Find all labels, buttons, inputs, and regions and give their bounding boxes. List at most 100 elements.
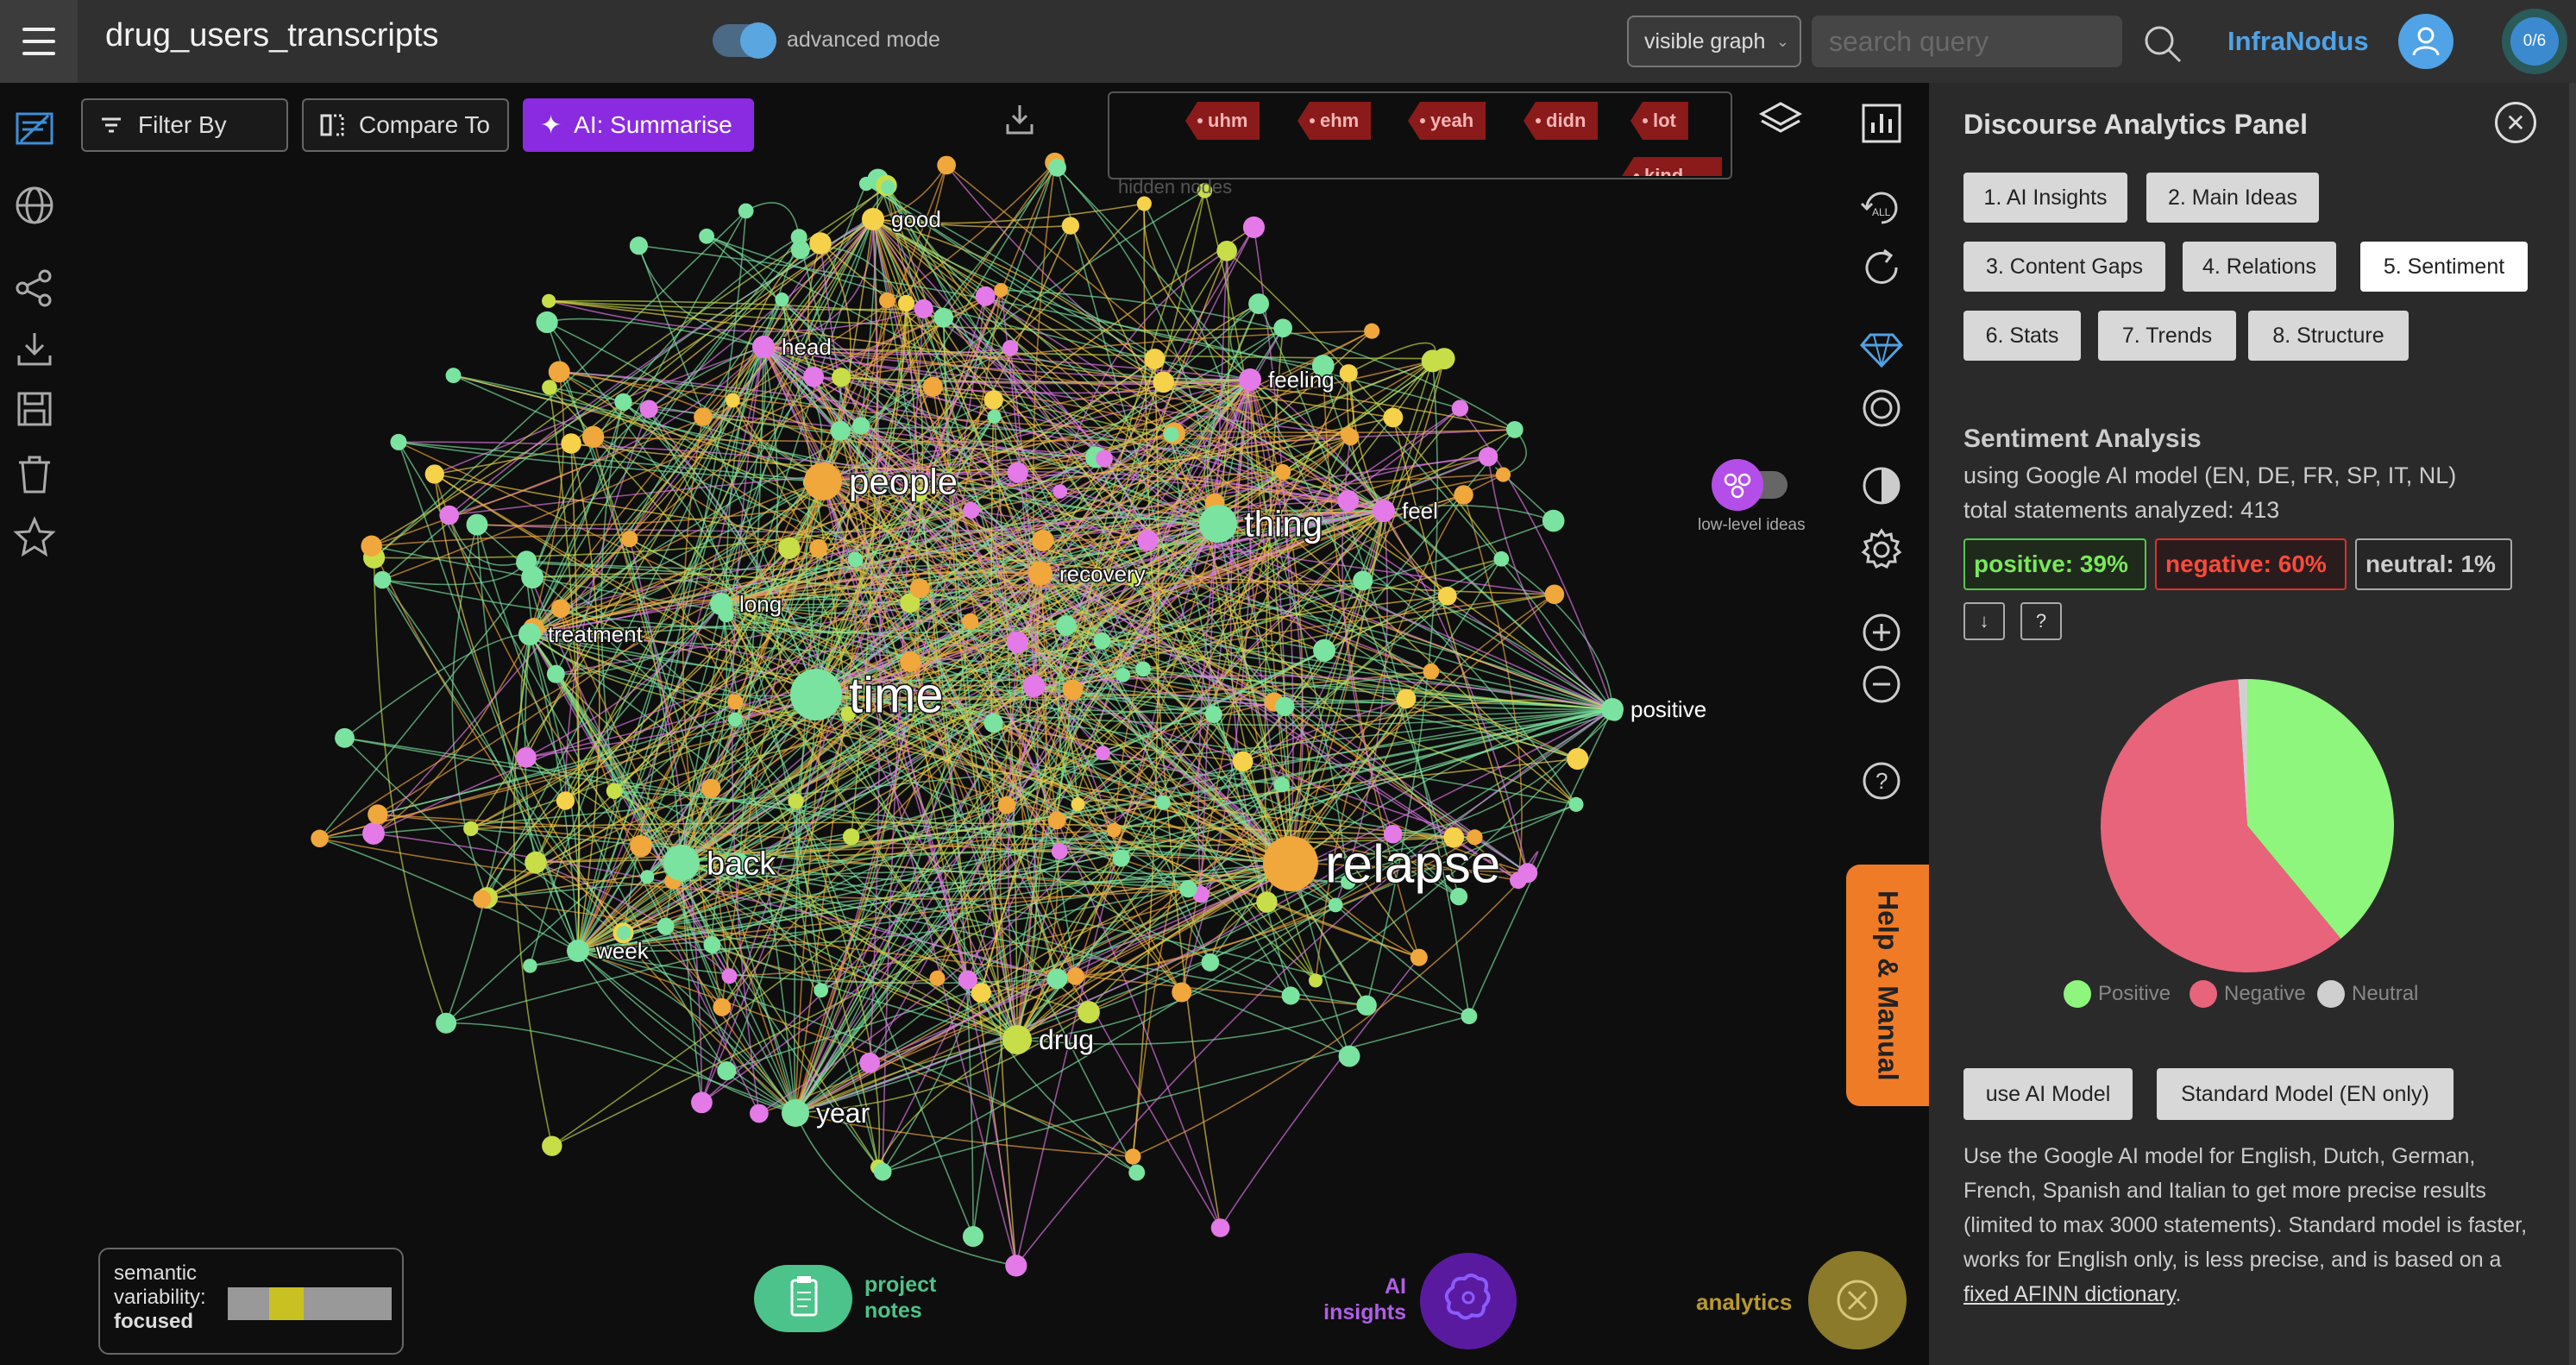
low-level-ideas-toggle[interactable] bbox=[1712, 459, 1794, 511]
standard-model-button[interactable]: Standard Model (EN only) bbox=[2157, 1068, 2453, 1120]
graph-node[interactable] bbox=[909, 578, 930, 599]
graph-node[interactable] bbox=[862, 208, 884, 230]
graph-node-label[interactable]: feeling bbox=[1267, 366, 1336, 394]
graph-node[interactable] bbox=[1273, 318, 1292, 338]
graph-node[interactable] bbox=[1328, 897, 1343, 913]
panel-close-icon[interactable]: ✕ bbox=[2495, 102, 2536, 143]
graph-node[interactable] bbox=[1337, 489, 1360, 512]
help-icon[interactable]: ? bbox=[1858, 758, 1905, 804]
graph-node[interactable] bbox=[1051, 843, 1068, 860]
analytics-close-button[interactable] bbox=[1808, 1251, 1907, 1349]
graph-node[interactable] bbox=[1505, 421, 1524, 438]
graph-node[interactable] bbox=[311, 829, 329, 848]
graph-node[interactable] bbox=[1461, 1008, 1478, 1025]
graph-node[interactable] bbox=[536, 311, 558, 334]
graph-node[interactable] bbox=[1007, 462, 1028, 483]
graph-node[interactable] bbox=[621, 530, 638, 548]
graph-node[interactable] bbox=[983, 390, 1003, 410]
graph-node[interactable] bbox=[790, 240, 810, 260]
graph-node[interactable] bbox=[525, 851, 547, 874]
graph-node-label[interactable]: drug bbox=[1038, 1023, 1096, 1057]
graph-node[interactable] bbox=[1601, 698, 1624, 720]
graph-node[interactable] bbox=[630, 834, 652, 858]
graph-node[interactable] bbox=[567, 940, 589, 962]
refresh-icon[interactable] bbox=[1858, 245, 1905, 292]
hidden-node-tag[interactable]: ehm bbox=[1297, 102, 1372, 140]
graph-node[interactable] bbox=[1210, 1218, 1230, 1237]
graph-node[interactable] bbox=[1495, 467, 1511, 482]
graph-node[interactable] bbox=[963, 501, 980, 519]
graph-node[interactable] bbox=[1281, 986, 1300, 1005]
graph-node[interactable] bbox=[775, 292, 789, 307]
graph-node[interactable] bbox=[1046, 968, 1068, 990]
neutral-badge[interactable]: neutral: 1% bbox=[2355, 538, 2512, 590]
contrast-icon[interactable] bbox=[1858, 462, 1905, 509]
hamburger-menu-icon[interactable] bbox=[0, 0, 78, 83]
graph-node[interactable] bbox=[548, 361, 570, 383]
circle-layout-icon[interactable] bbox=[1858, 385, 1905, 431]
graph-node[interactable] bbox=[1568, 796, 1584, 812]
graph-node[interactable] bbox=[550, 599, 570, 619]
graph-node[interactable] bbox=[516, 554, 534, 572]
graph-node[interactable] bbox=[1248, 293, 1270, 314]
graph-node[interactable] bbox=[752, 336, 775, 358]
graph-node[interactable] bbox=[1437, 586, 1457, 606]
graph-node[interactable] bbox=[713, 997, 732, 1016]
graph-node[interactable] bbox=[640, 870, 655, 884]
star-icon[interactable] bbox=[12, 514, 57, 559]
graph-node[interactable] bbox=[639, 399, 658, 418]
bar-chart-icon[interactable] bbox=[1858, 100, 1905, 147]
graph-node-label[interactable]: long bbox=[738, 590, 783, 619]
download-sentiment-icon[interactable]: ↓ bbox=[1963, 602, 2005, 640]
graph-node[interactable] bbox=[1396, 689, 1417, 709]
graph-node[interactable] bbox=[1061, 217, 1080, 235]
graph-node[interactable] bbox=[975, 286, 996, 306]
graph-node[interactable] bbox=[721, 968, 738, 984]
graph-node[interactable] bbox=[832, 368, 851, 387]
graph-node[interactable] bbox=[1107, 822, 1122, 838]
export-graph-icon[interactable] bbox=[1004, 102, 1035, 136]
graph-node[interactable] bbox=[518, 623, 541, 645]
graph-node[interactable] bbox=[929, 970, 946, 986]
graph-node[interactable] bbox=[897, 294, 915, 312]
graph-node[interactable] bbox=[962, 613, 979, 630]
compare-button[interactable]: Compare To bbox=[302, 98, 509, 152]
graph-node[interactable] bbox=[424, 464, 444, 484]
graph-node[interactable] bbox=[561, 433, 581, 454]
graph-node[interactable] bbox=[606, 783, 623, 800]
layers-icon[interactable] bbox=[1756, 97, 1805, 145]
graph-node[interactable] bbox=[814, 983, 829, 998]
graph-node[interactable] bbox=[1313, 638, 1336, 662]
usage-counter[interactable]: 0/6 bbox=[2502, 9, 2567, 74]
filter-button[interactable]: Filter By bbox=[81, 98, 288, 152]
graph-node-label[interactable]: head bbox=[781, 333, 833, 362]
graph-node[interactable] bbox=[1454, 485, 1473, 505]
panel-scrollbar[interactable] bbox=[2569, 83, 2576, 1365]
tab-trends[interactable]: 7. Trends bbox=[2098, 311, 2236, 361]
graph-node[interactable] bbox=[1567, 747, 1589, 771]
graph-node[interactable] bbox=[727, 694, 744, 710]
graph-node[interactable] bbox=[542, 293, 556, 308]
graph-node[interactable] bbox=[523, 959, 537, 973]
graph-node[interactable] bbox=[1006, 631, 1029, 654]
graph-node[interactable] bbox=[922, 376, 943, 397]
graph-node[interactable] bbox=[1164, 426, 1179, 443]
graph-node[interactable] bbox=[701, 778, 721, 799]
afinn-dictionary-link[interactable]: fixed AFINN dictionary bbox=[1963, 1282, 2175, 1306]
help-manual-tab[interactable]: Help & Manual bbox=[1846, 865, 1929, 1106]
graph-node[interactable] bbox=[1056, 615, 1077, 636]
graph-node[interactable] bbox=[1256, 891, 1278, 913]
graph-node[interactable] bbox=[937, 155, 956, 175]
graph-node-label[interactable]: time bbox=[848, 666, 946, 725]
graph-node[interactable] bbox=[542, 380, 557, 395]
graph-node[interactable] bbox=[362, 822, 385, 845]
graph-node[interactable] bbox=[1137, 530, 1159, 551]
graph-node[interactable] bbox=[962, 1225, 984, 1248]
graph-node[interactable] bbox=[361, 535, 382, 557]
graph-node-label[interactable]: back bbox=[706, 845, 778, 884]
trash-icon[interactable] bbox=[12, 452, 57, 497]
graph-node[interactable] bbox=[466, 513, 488, 536]
ai-insights-button[interactable] bbox=[1420, 1253, 1517, 1349]
hidden-node-tag[interactable]: kind bbox=[1622, 157, 1722, 176]
document-title[interactable]: drug_users_transcripts bbox=[105, 17, 439, 54]
